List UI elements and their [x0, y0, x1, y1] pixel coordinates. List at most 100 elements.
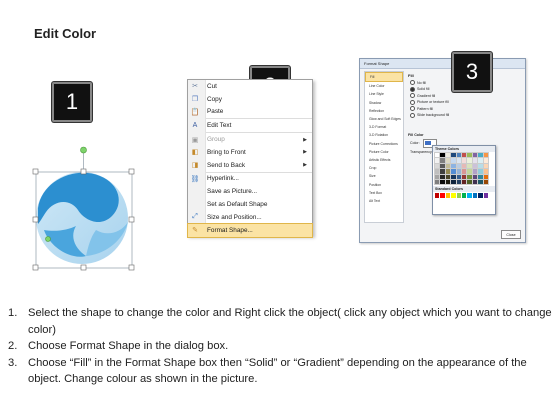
color-swatch[interactable]	[439, 168, 446, 175]
color-swatch[interactable]	[439, 162, 446, 170]
color-swatch[interactable]	[455, 168, 463, 175]
color-swatch[interactable]	[472, 193, 478, 198]
dialog-nav-picture-corrections[interactable]: Picture Corrections	[365, 140, 403, 148]
color-swatch[interactable]	[444, 151, 452, 159]
color-swatch[interactable]	[466, 157, 473, 164]
color-swatch[interactable]	[450, 178, 457, 186]
color-swatch[interactable]	[482, 151, 490, 159]
menu-item-set-as-default-shape[interactable]: Set as Default Shape	[188, 198, 312, 211]
menu-item-send-to-back[interactable]: ◨ Send to Back ▶	[188, 159, 312, 172]
color-swatch[interactable]	[451, 193, 456, 198]
dialog-nav-alt-text[interactable]: Alt Text	[365, 197, 403, 205]
dialog-nav-3-d-format[interactable]: 3-D Format	[365, 123, 403, 131]
menu-item-paste[interactable]: 📋 Paste	[188, 106, 312, 119]
radio-button[interactable]	[410, 112, 415, 118]
color-swatch[interactable]	[467, 193, 472, 198]
fill-option-picture-or-texture-fill[interactable]: Picture or texture fill	[410, 99, 449, 105]
fill-option-solid-fill[interactable]: Solid fill	[410, 86, 429, 92]
color-swatch[interactable]	[450, 151, 457, 159]
color-swatch[interactable]	[455, 157, 463, 164]
color-swatch[interactable]	[444, 168, 452, 175]
menu-item-hyperlink[interactable]: ⛓ Hyperlink...	[188, 173, 312, 186]
menu-item-bring-to-front[interactable]: ◧ Bring to Front ▶	[188, 146, 312, 159]
dialog-nav-crop[interactable]: Crop	[365, 164, 403, 172]
menu-item-edit-text[interactable]: A Edit Text	[188, 119, 312, 132]
color-swatch[interactable]	[450, 168, 457, 175]
fill-option-slide-background-fill[interactable]: Slide background fill	[410, 112, 449, 118]
color-swatch[interactable]	[466, 162, 473, 170]
color-swatch[interactable]	[466, 151, 473, 159]
color-swatch[interactable]	[439, 178, 446, 186]
color-swatch[interactable]	[439, 151, 446, 159]
color-swatch[interactable]	[460, 151, 468, 159]
rotate-handle[interactable]	[80, 146, 87, 154]
color-swatch[interactable]	[455, 162, 463, 170]
menu-item-save-as-picture[interactable]: Save as Picture...	[188, 185, 312, 198]
color-swatch[interactable]	[450, 173, 457, 181]
menu-item-cut[interactable]: ✂ Cut	[188, 80, 312, 93]
color-swatch[interactable]	[444, 173, 452, 181]
color-swatch[interactable]	[433, 178, 441, 186]
color-swatch[interactable]	[471, 157, 479, 164]
color-swatch[interactable]	[455, 151, 463, 159]
menu-item-size-and-position[interactable]: ⤢ Size and Position...	[188, 211, 312, 224]
fill-option-pattern-fill[interactable]: Pattern fill	[410, 106, 433, 111]
resize-handle[interactable]	[128, 216, 135, 223]
adjust-handle[interactable]	[45, 236, 51, 242]
color-swatch[interactable]	[455, 173, 463, 181]
color-swatch[interactable]	[471, 151, 479, 159]
selected-shape[interactable]	[20, 138, 140, 273]
color-swatch[interactable]	[483, 193, 488, 198]
menu-item-group[interactable]: ▣ Group ▶	[188, 133, 312, 146]
resize-handle[interactable]	[32, 168, 39, 175]
color-swatch[interactable]	[482, 157, 490, 164]
color-swatch[interactable]	[477, 157, 484, 164]
color-swatch[interactable]	[471, 162, 479, 170]
color-swatch[interactable]	[471, 168, 479, 175]
resize-handle[interactable]	[80, 168, 87, 175]
color-swatch[interactable]	[440, 193, 445, 198]
color-swatch[interactable]	[444, 157, 452, 164]
color-swatch[interactable]	[477, 178, 484, 186]
color-swatch[interactable]	[444, 162, 452, 170]
color-swatch[interactable]	[444, 178, 452, 186]
color-swatch[interactable]	[466, 173, 473, 181]
dialog-nav-glow-and-soft-edges[interactable]: Glow and Soft Edges	[365, 115, 403, 123]
color-swatch[interactable]	[460, 168, 468, 175]
color-swatch[interactable]	[477, 168, 484, 175]
color-swatch[interactable]	[450, 157, 457, 164]
color-swatch[interactable]	[466, 178, 473, 186]
radio-button[interactable]	[410, 86, 415, 92]
color-swatch[interactable]	[482, 162, 490, 170]
resize-handle[interactable]	[128, 168, 135, 175]
dialog-nav-fill[interactable]: Fill	[365, 72, 403, 83]
color-swatch[interactable]	[439, 173, 446, 181]
menu-item-format-shape[interactable]: ✎ Format Shape...	[187, 222, 313, 238]
radio-button[interactable]	[410, 80, 415, 85]
color-swatch[interactable]	[433, 168, 441, 175]
color-swatch[interactable]	[477, 162, 484, 170]
dialog-nav-shadow[interactable]: Shadow	[365, 99, 403, 107]
fill-option-no-fill[interactable]: No fill	[410, 80, 426, 85]
color-swatch[interactable]	[435, 193, 440, 198]
color-swatch[interactable]	[482, 168, 490, 175]
radio-button[interactable]	[410, 106, 415, 111]
fill-option-gradient-fill[interactable]: Gradient fill	[410, 93, 435, 98]
color-swatch[interactable]	[478, 193, 483, 198]
dialog-nav-size[interactable]: Size	[365, 172, 403, 180]
color-swatch[interactable]	[433, 173, 441, 181]
menu-item-copy[interactable]: ❐ Copy	[188, 93, 312, 106]
color-swatch[interactable]	[477, 173, 484, 181]
color-swatch[interactable]	[460, 162, 468, 170]
dialog-nav-position[interactable]: Position	[365, 180, 403, 188]
dialog-nav-3-d-rotation[interactable]: 3-D Rotation	[365, 131, 403, 139]
color-swatch[interactable]	[460, 178, 468, 186]
close-button[interactable]: Close	[501, 230, 521, 239]
color-swatch[interactable]	[477, 151, 484, 159]
color-swatch[interactable]	[455, 178, 463, 186]
color-swatch[interactable]	[456, 193, 461, 198]
dialog-nav-line-style[interactable]: Line Style	[365, 90, 403, 98]
dialog-nav-line-color[interactable]: Line Color	[365, 82, 403, 90]
resize-handle[interactable]	[80, 264, 87, 271]
color-swatch[interactable]	[445, 193, 451, 198]
